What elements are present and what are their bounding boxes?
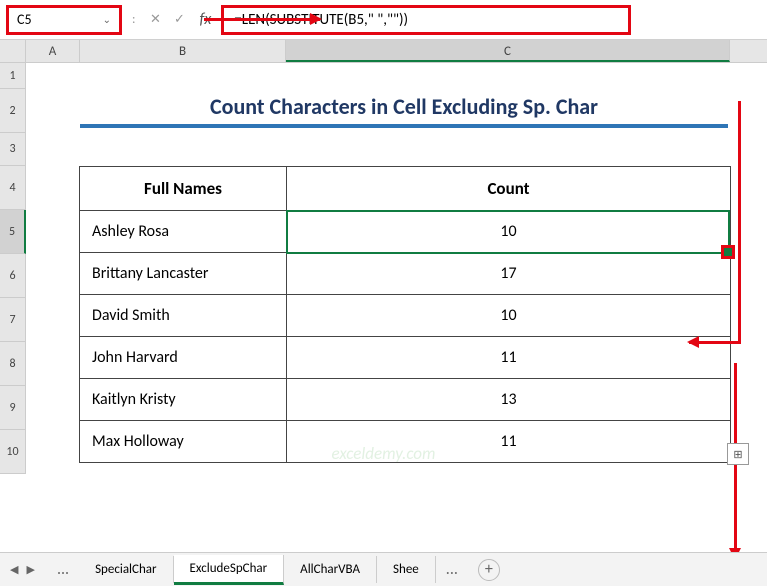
row-header-5[interactable]: 5: [0, 210, 26, 254]
column-headers: A B C: [0, 40, 767, 63]
row-header-4[interactable]: 4: [0, 166, 26, 210]
nav-prev-icon[interactable]: ◀: [10, 563, 18, 576]
cell-name[interactable]: John Harvard: [80, 337, 287, 379]
tab-scroll-right[interactable]: ...: [436, 554, 468, 585]
name-box[interactable]: C5 ⌄: [6, 5, 122, 35]
new-sheet-button[interactable]: +: [478, 559, 500, 581]
cell-name[interactable]: Kaitlyn Kristy: [80, 379, 287, 421]
tab-excludespchar[interactable]: ExcludeSpChar: [174, 555, 285, 585]
table-header-row: Full Names Count: [80, 167, 731, 211]
select-all-corner[interactable]: [0, 40, 26, 62]
cancel-icon[interactable]: ✕: [145, 12, 165, 27]
cell-name[interactable]: Ashley Rosa: [80, 211, 287, 253]
row-header-10[interactable]: 10: [0, 430, 26, 474]
cell-count[interactable]: 10: [287, 211, 731, 253]
col-header-b[interactable]: B: [80, 40, 286, 62]
table-row: Kaitlyn Kristy 13: [80, 379, 731, 421]
table-row: Ashley Rosa 10: [80, 211, 731, 253]
table-row: David Smith 10: [80, 295, 731, 337]
accept-icon[interactable]: ✓: [169, 12, 189, 27]
annotation-line: [738, 101, 741, 343]
cell-count[interactable]: 11: [287, 337, 731, 379]
cell-name[interactable]: David Smith: [80, 295, 287, 337]
name-box-value: C5: [17, 11, 32, 28]
tab-specialchar[interactable]: SpecialChar: [79, 556, 173, 583]
autofill-options-icon[interactable]: ⊞: [727, 443, 749, 465]
tab-nav: ◀ ▶: [10, 563, 35, 576]
row-header-9[interactable]: 9: [0, 386, 26, 430]
row-header-1[interactable]: 1: [0, 63, 26, 89]
cell-count[interactable]: 10: [287, 295, 731, 337]
data-table: Full Names Count Ashley Rosa 10 Brittany…: [79, 166, 731, 463]
tab-allcharvba[interactable]: AllCharVBA: [284, 556, 377, 583]
tab-shee[interactable]: Shee: [377, 556, 436, 583]
row-header-3[interactable]: 3: [0, 133, 26, 166]
sheet-title: Count Characters in Cell Excluding Sp. C…: [80, 93, 728, 128]
nav-next-icon[interactable]: ▶: [26, 563, 34, 576]
header-names[interactable]: Full Names: [80, 167, 287, 211]
row-header-7[interactable]: 7: [0, 298, 26, 342]
col-header-c[interactable]: C: [286, 40, 730, 62]
row-header-8[interactable]: 8: [0, 342, 26, 386]
table-row: John Harvard 11: [80, 337, 731, 379]
tab-scroll-left[interactable]: ...: [47, 554, 79, 585]
formula-bar: C5 ⌄ : ✕ ✓ fx =LEN(SUBSTITUTE(B5," ","")…: [0, 0, 767, 40]
sheet-tabs-bar: ◀ ▶ ... SpecialChar ExcludeSpChar AllCha…: [0, 552, 767, 586]
header-count[interactable]: Count: [287, 167, 731, 211]
cell-name[interactable]: Brittany Lancaster: [80, 253, 287, 295]
row-header-6[interactable]: 6: [0, 254, 26, 298]
chevron-down-icon[interactable]: ⌄: [103, 13, 111, 26]
annotation-arrow: [204, 18, 320, 21]
row-headers: 1 2 3 4 5 6 7 8 9 10: [0, 63, 26, 474]
annotation-arrow: [689, 341, 741, 344]
cell-count[interactable]: 17: [287, 253, 731, 295]
separator: :: [132, 12, 135, 27]
table-row: Brittany Lancaster 17: [80, 253, 731, 295]
cell-name[interactable]: Max Holloway: [80, 421, 287, 463]
col-header-a[interactable]: A: [26, 40, 80, 62]
table-row: Max Holloway 11: [80, 421, 731, 463]
cell-count[interactable]: 13: [287, 379, 731, 421]
cell-count[interactable]: 11: [287, 421, 731, 463]
row-header-2[interactable]: 2: [0, 89, 26, 133]
sheet-body[interactable]: 1 2 3 4 5 6 7 8 9 10 Count Characters in…: [0, 63, 767, 523]
grid-area: A B C 1 2 3 4 5 6 7 8 9 10 Count Charact…: [0, 40, 767, 523]
